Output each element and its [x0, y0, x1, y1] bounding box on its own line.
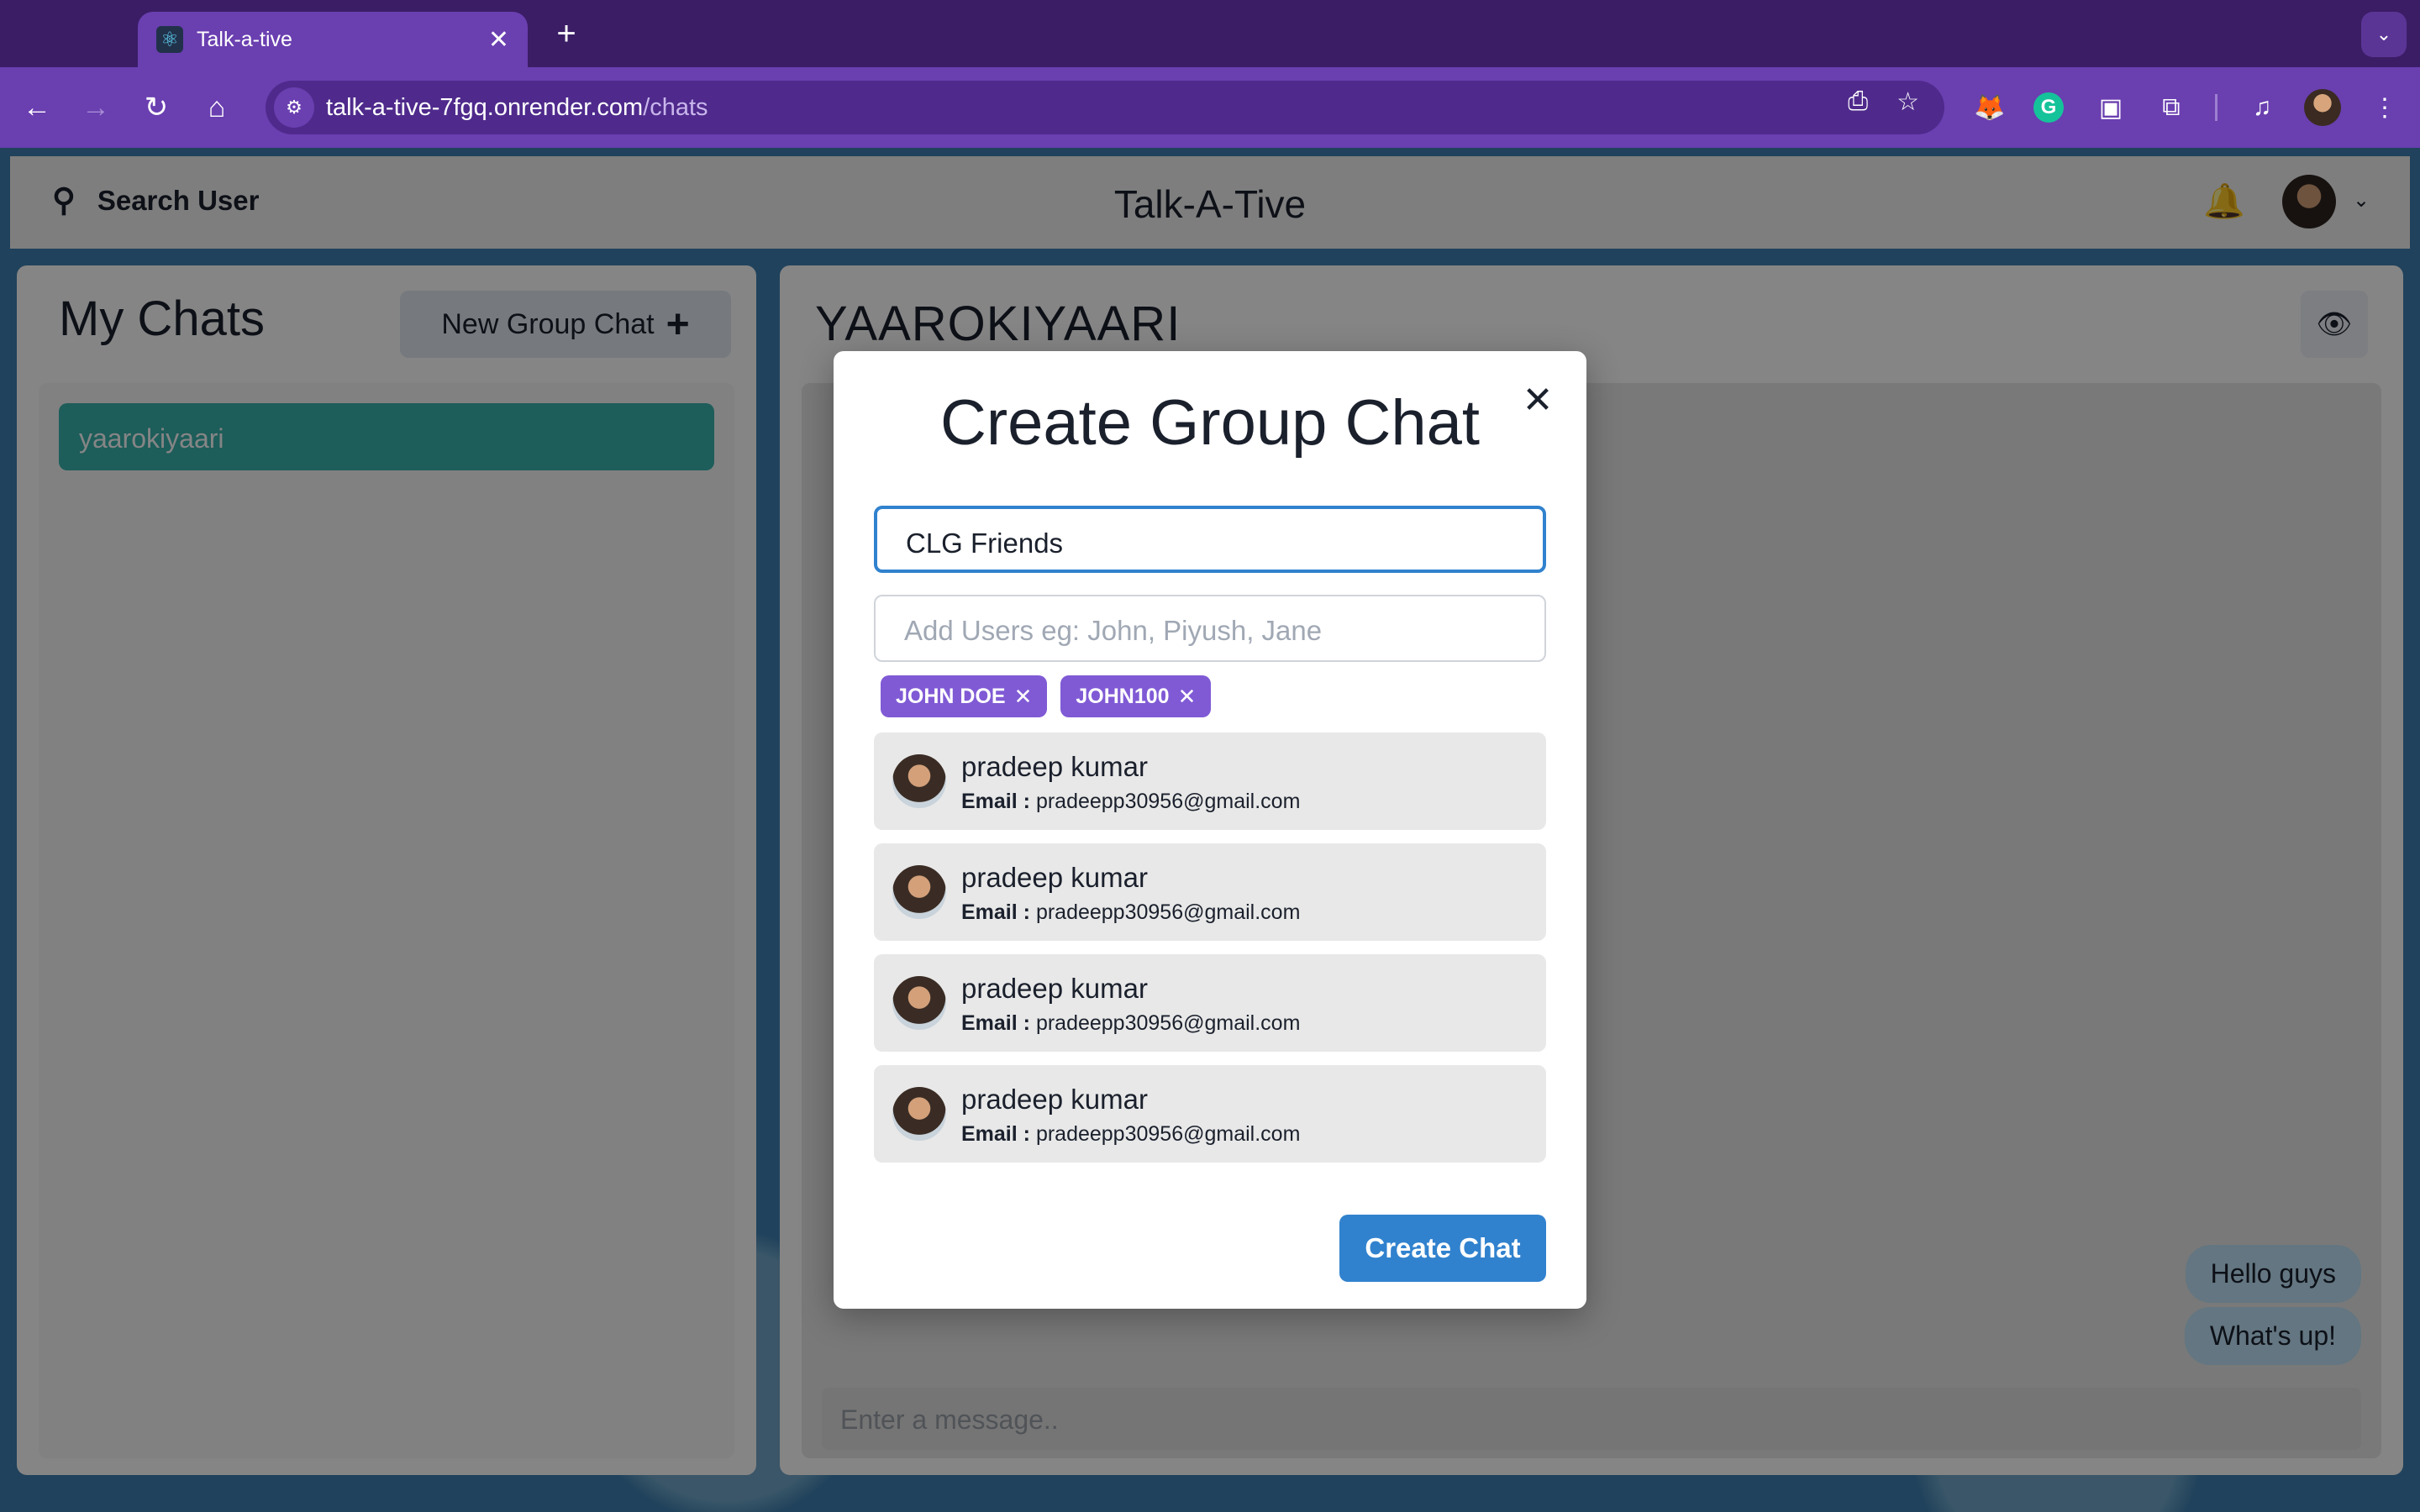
site-settings-icon[interactable]: ⚙	[274, 87, 314, 128]
toolbar-divider	[2215, 94, 2217, 121]
email-value: pradeepp30956@gmail.com	[1035, 1011, 1301, 1035]
forward-arrow-icon[interactable]: →	[76, 87, 116, 128]
browser-tabstrip: ⚛ Talk-a-tive ✕ + ⌄	[0, 0, 2420, 67]
email-label: Email :	[961, 790, 1030, 813]
reload-icon[interactable]: ↻	[136, 87, 176, 128]
remove-user-close-icon[interactable]: ✕	[1178, 684, 1197, 710]
user-name: pradeep kumar	[961, 973, 1148, 1004]
create-chat-button[interactable]: Create Chat	[1339, 1215, 1546, 1282]
email-value: pradeepp30956@gmail.com	[1035, 900, 1301, 924]
user-email: Email : pradeepp30956@gmail.com	[961, 1011, 1300, 1036]
avatar	[892, 754, 946, 808]
user-search-result[interactable]: pradeep kumar Email : pradeepp30956@gmai…	[874, 843, 1546, 941]
chip-label: JOHN DOE	[896, 684, 1006, 708]
email-value: pradeepp30956@gmail.com	[1035, 790, 1301, 813]
url-host: talk-a-tive-7fgq.onrender.com	[326, 93, 644, 121]
user-email: Email : pradeepp30956@gmail.com	[961, 790, 1300, 814]
remove-user-close-icon[interactable]: ✕	[1014, 684, 1033, 710]
home-icon[interactable]: ⌂	[197, 87, 237, 128]
selected-user-chip: JOHN DOE ✕	[881, 675, 1048, 717]
selected-users-list: JOHN DOE ✕ JOHN100 ✕	[881, 675, 1212, 717]
avatar	[892, 865, 946, 919]
user-name: pradeep kumar	[961, 1084, 1148, 1115]
add-users-input[interactable]: Add Users eg: John, Piyush, Jane	[874, 595, 1546, 662]
user-name: pradeep kumar	[961, 751, 1148, 782]
user-search-result[interactable]: pradeep kumar Email : pradeepp30956@gmai…	[874, 954, 1546, 1052]
picture-in-picture-icon[interactable]: ▣	[2091, 87, 2131, 128]
react-favicon-icon: ⚛	[156, 26, 183, 53]
chip-label: JOHN100	[1076, 684, 1170, 708]
user-email: Email : pradeepp30956@gmail.com	[961, 1122, 1300, 1147]
tab-close-icon[interactable]: ✕	[488, 25, 509, 55]
tab-title: Talk-a-tive	[197, 27, 292, 51]
user-email: Email : pradeepp30956@gmail.com	[961, 900, 1300, 925]
email-label: Email :	[961, 900, 1030, 924]
avatar	[892, 976, 946, 1030]
grammarly-extension-icon[interactable]: G	[2033, 92, 2064, 123]
tab-search-chevron-icon[interactable]: ⌄	[2361, 12, 2407, 57]
browser-toolbar: ← → ↻ ⌂ ⚙ talk-a-tive-7fgq.onrender.com /…	[0, 67, 2420, 148]
selected-user-chip: JOHN100 ✕	[1060, 675, 1212, 717]
new-tab-button[interactable]: +	[544, 12, 588, 55]
media-controls-icon[interactable]: ♫	[2242, 87, 2282, 128]
bookmark-star-icon[interactable]: ☆	[1897, 87, 1919, 117]
user-search-result[interactable]: pradeep kumar Email : pradeepp30956@gmai…	[874, 1065, 1546, 1163]
user-name: pradeep kumar	[961, 862, 1148, 893]
browser-tab[interactable]: ⚛ Talk-a-tive ✕	[138, 12, 528, 67]
url-path: /chats	[643, 93, 708, 121]
install-app-icon[interactable]: ⎙	[1848, 87, 1868, 117]
address-bar[interactable]: ⚙ talk-a-tive-7fgq.onrender.com/chats ⎙ …	[266, 81, 1944, 134]
metamask-extension-icon[interactable]: 🦊	[1970, 87, 2010, 128]
email-label: Email :	[961, 1011, 1030, 1035]
email-value: pradeepp30956@gmail.com	[1035, 1122, 1301, 1146]
modal-title: Create Group Chat	[939, 387, 1481, 459]
back-arrow-icon[interactable]: ←	[17, 87, 57, 128]
extensions-puzzle-icon[interactable]: ⧉	[2151, 87, 2191, 128]
avatar	[892, 1087, 946, 1141]
browser-profile-avatar[interactable]	[2304, 89, 2341, 126]
user-search-result[interactable]: pradeep kumar Email : pradeepp30956@gmai…	[874, 732, 1546, 830]
chat-name-input[interactable]: CLG Friends	[874, 506, 1546, 573]
create-group-chat-modal: ✕ Create Group Chat CLG Friends Add User…	[834, 351, 1586, 1309]
browser-menu-icon[interactable]: ⋮	[2365, 87, 2405, 128]
email-label: Email :	[961, 1122, 1030, 1146]
